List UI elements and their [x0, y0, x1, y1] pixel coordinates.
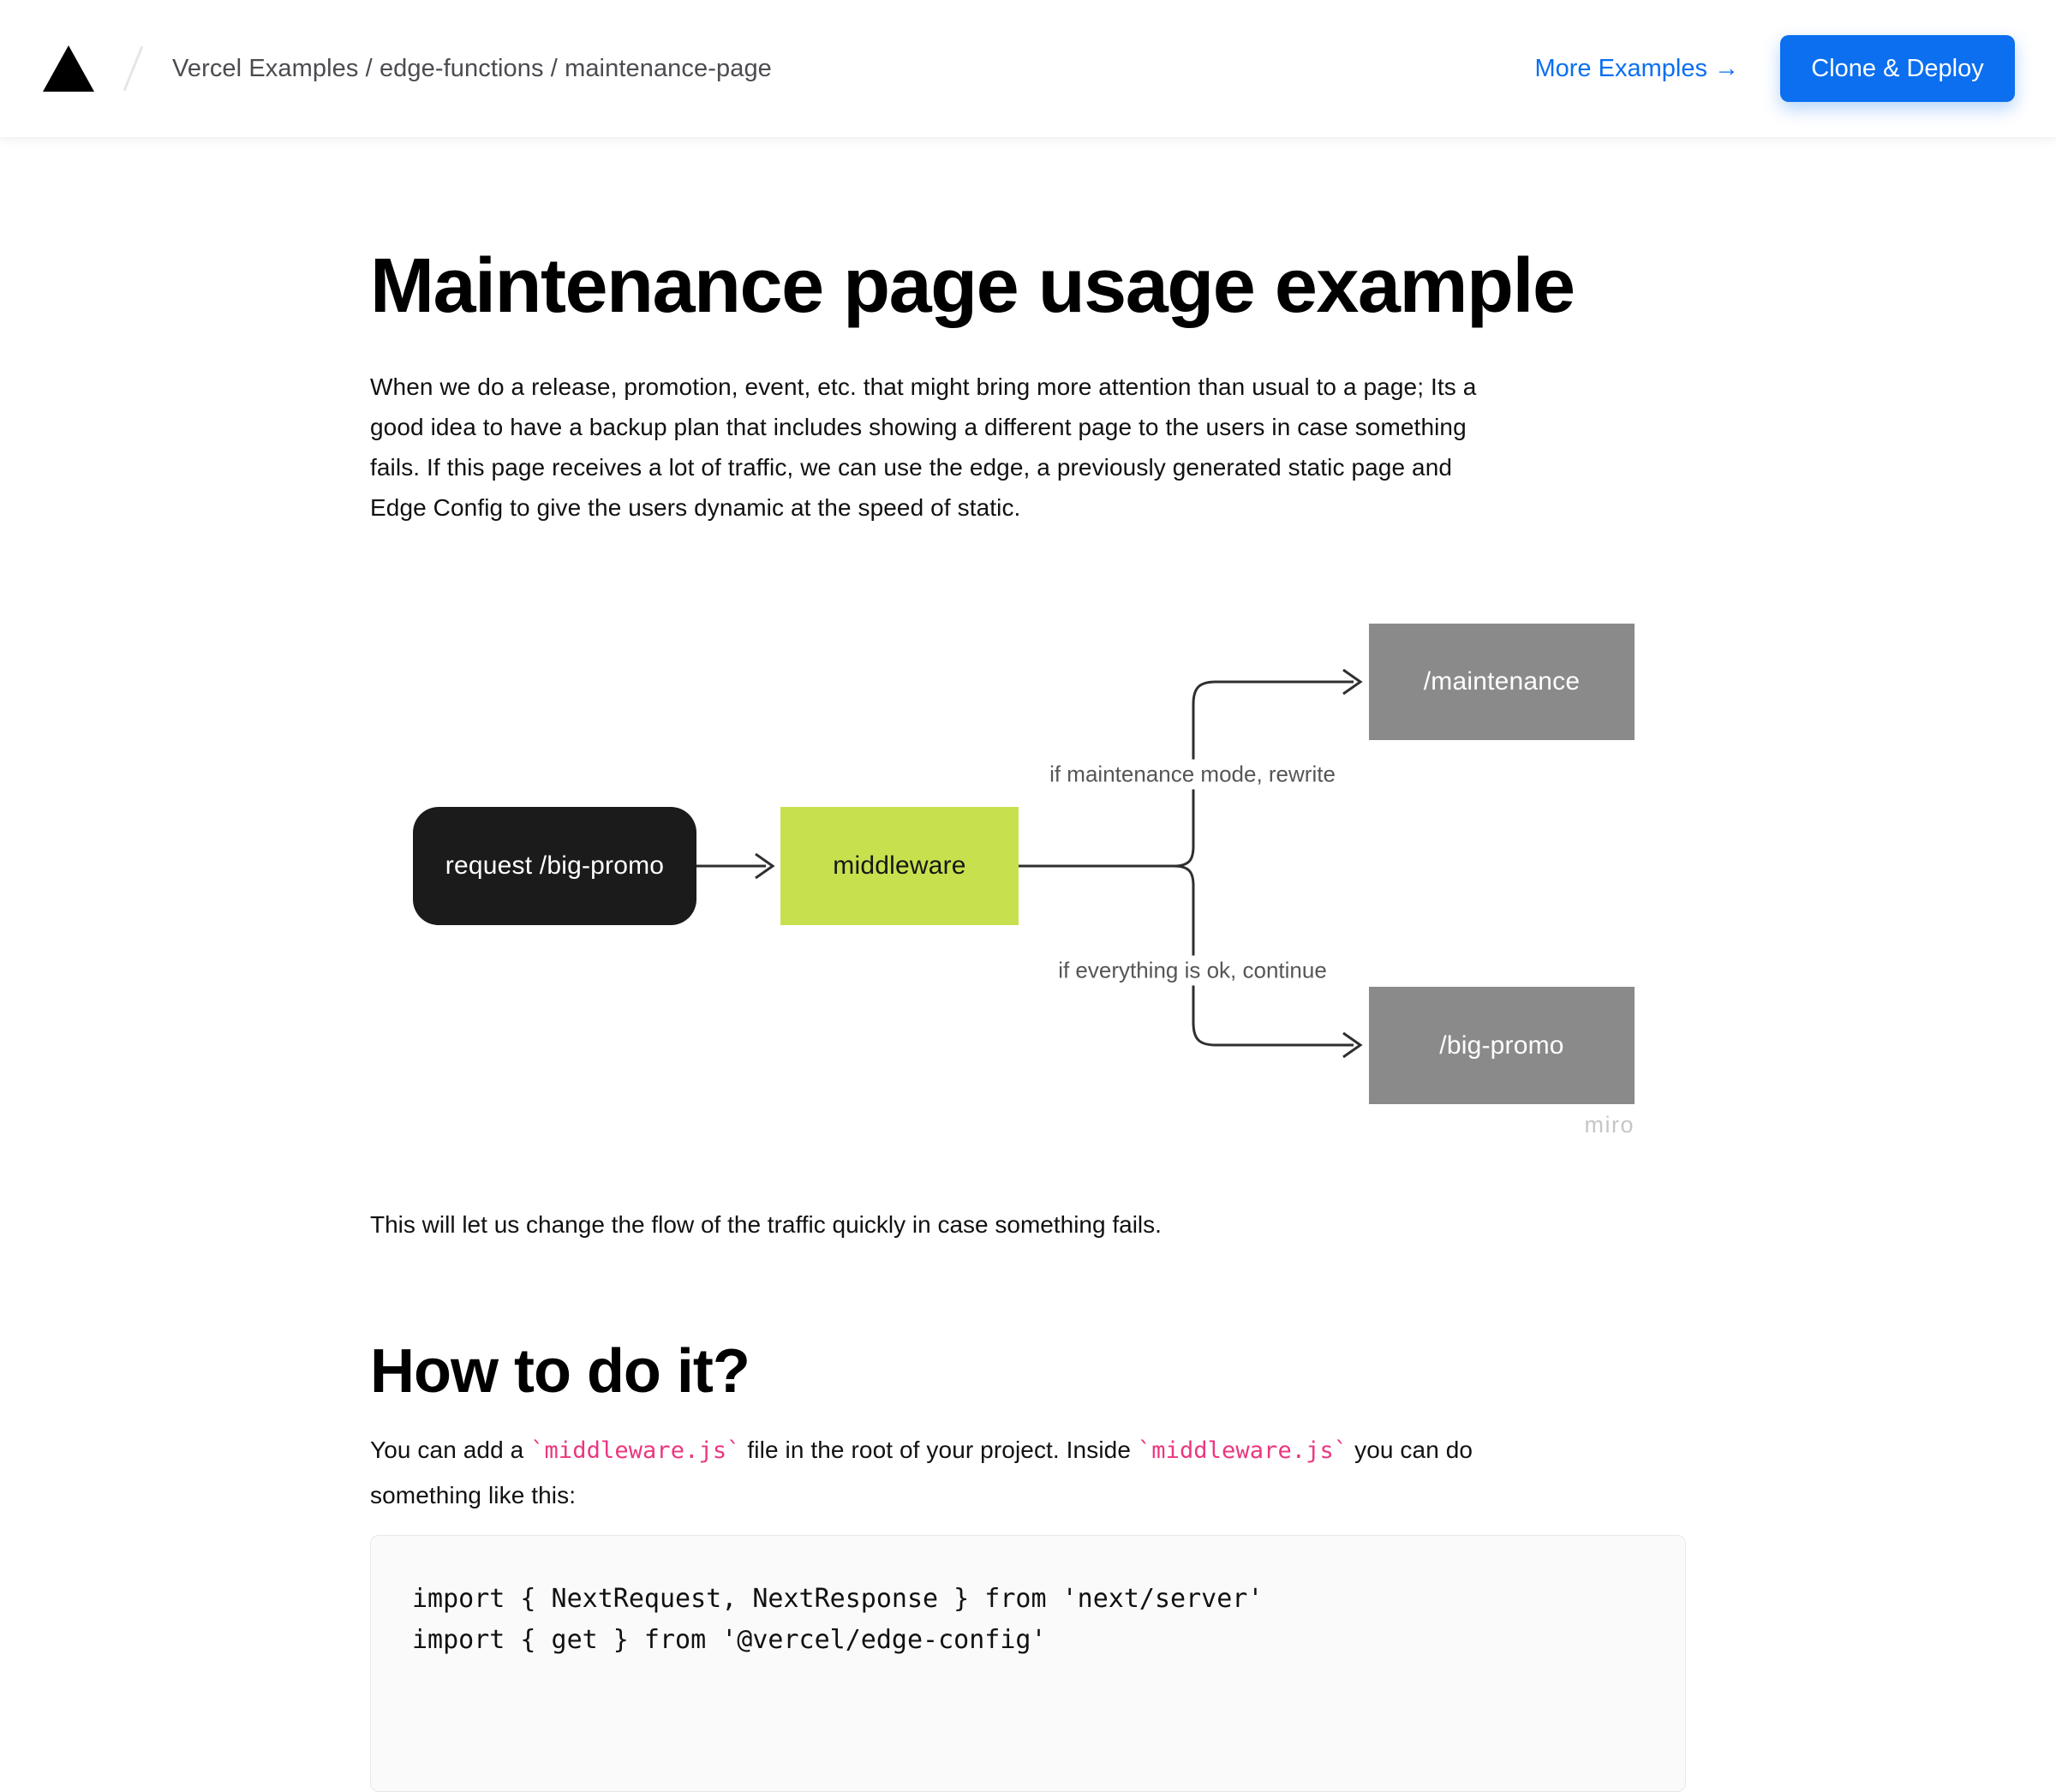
diagram-label-maintenance-mode: if maintenance mode, rewrite: [1041, 760, 1344, 790]
diagram-node-bigpromo: /big-promo: [1369, 987, 1635, 1104]
top-nav: Vercel Examples / edge-functions / maint…: [0, 0, 2056, 137]
diagram-label-ok-continue: if everything is ok, continue: [1049, 956, 1336, 986]
code-block-content: import { NextRequest, NextResponse } fro…: [412, 1579, 1644, 1661]
slash-divider: [123, 45, 144, 91]
how-text-part1: You can add a: [370, 1437, 530, 1463]
diagram-node-request: request /big-promo: [413, 807, 696, 925]
inline-code-middleware-1: `middleware.js`: [530, 1437, 740, 1464]
intro-paragraph: When we do a release, promotion, event, …: [370, 367, 1686, 528]
more-examples-link[interactable]: More Examples →: [1534, 55, 1739, 83]
how-to-paragraph: You can add a `middleware.js` file in th…: [370, 1428, 1686, 1518]
page-title: Maintenance page usage example: [370, 246, 1686, 327]
after-diagram-paragraph: This will let us change the flow of the …: [370, 1204, 1686, 1245]
content-column: Maintenance page usage example When we d…: [370, 246, 1686, 1792]
how-to-title: How to do it?: [370, 1335, 1686, 1407]
diagram-node-maintenance: /maintenance: [1369, 624, 1635, 740]
code-block: import { NextRequest, NextResponse } fro…: [370, 1535, 1686, 1792]
vercel-logo-icon[interactable]: [43, 45, 94, 92]
diagram-node-middleware: middleware: [780, 807, 1019, 925]
flow-diagram: request /big-promo middleware /maintenan…: [370, 622, 1686, 1136]
clone-deploy-button[interactable]: Clone & Deploy: [1780, 35, 2015, 102]
miro-watermark: miro: [1585, 1112, 1635, 1138]
breadcrumb[interactable]: Vercel Examples / edge-functions / maint…: [172, 55, 772, 83]
inline-code-middleware-2: `middleware.js`: [1138, 1437, 1348, 1464]
how-text-part2: file in the root of your project. Inside: [741, 1437, 1138, 1463]
